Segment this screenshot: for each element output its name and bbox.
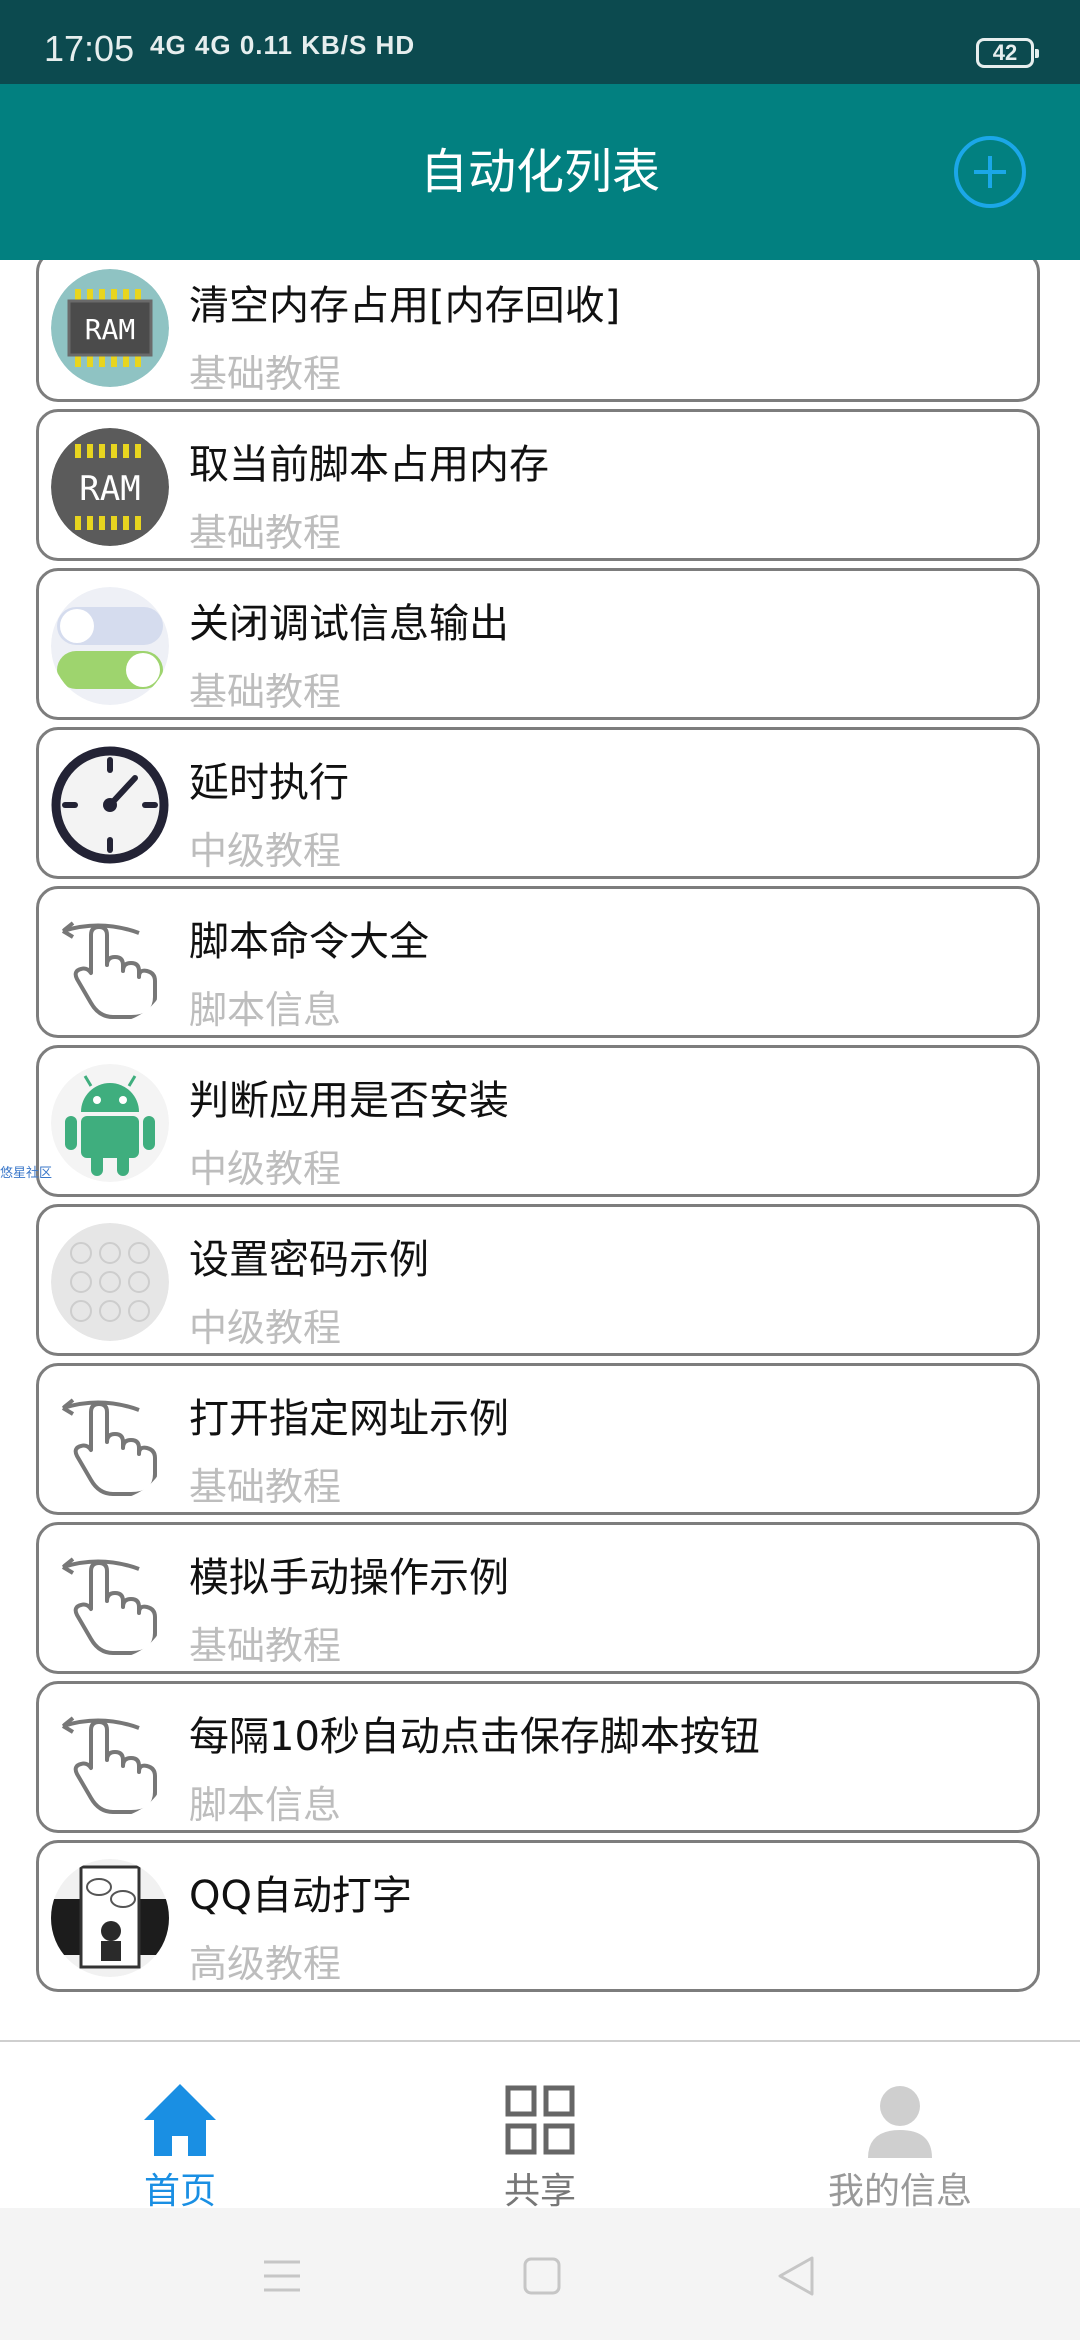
toggle-switch-icon xyxy=(51,587,169,705)
automation-list[interactable]: RAM 清空内存占用[内存回收] 基础教程 RAM 取当前脚本占用内存 基础教程 xyxy=(0,260,1080,2040)
item-title: 模拟手动操作示例 xyxy=(189,1555,509,1601)
android-icon xyxy=(51,1064,169,1182)
tab-home[interactable]: 首页 xyxy=(0,2042,360,2212)
list-item[interactable]: 模拟手动操作示例 基础教程 xyxy=(36,1522,1040,1674)
list-item[interactable]: 延时执行 中级教程 xyxy=(36,727,1040,879)
add-circle-icon[interactable] xyxy=(954,136,1026,208)
svg-text:RAM: RAM xyxy=(79,469,140,509)
swipe-hand-icon xyxy=(51,905,169,1023)
swipe-hand-icon xyxy=(51,1700,169,1818)
item-title: 取当前脚本占用内存 xyxy=(189,442,549,488)
status-bar: 17:05 4G 4G 0.11 KB/S HD 42 xyxy=(0,0,1080,84)
ram-chip-icon: RAM xyxy=(51,269,169,387)
pattern-lock-icon xyxy=(51,1223,169,1341)
user-icon xyxy=(868,2086,932,2158)
tab-label: 首页 xyxy=(143,2171,216,2212)
item-title: QQ自动打字 xyxy=(189,1873,412,1919)
item-title: 设置密码示例 xyxy=(189,1237,429,1283)
tab-label: 我的信息 xyxy=(827,2171,972,2212)
battery-icon: 42 xyxy=(976,38,1039,68)
svg-text:RAM: RAM xyxy=(85,313,136,346)
menu-icon[interactable] xyxy=(262,2258,302,2294)
network-status: 4G 4G 0.11 KB/S HD xyxy=(150,30,416,60)
item-title: 清空内存占用[内存回收] xyxy=(189,283,621,329)
list-item[interactable]: 关闭调试信息输出 基础教程 xyxy=(36,568,1040,720)
item-subtitle: 中级教程 xyxy=(189,1306,342,1350)
item-title: 脚本命令大全 xyxy=(189,919,429,965)
item-subtitle: 中级教程 xyxy=(189,829,342,873)
stopwatch-icon xyxy=(51,746,169,864)
list-item[interactable]: 设置密码示例 中级教程 xyxy=(36,1204,1040,1356)
grid-icon xyxy=(505,2085,575,2155)
tab-my-info[interactable]: 我的信息 xyxy=(720,2042,1080,2212)
system-nav-bar xyxy=(0,2208,1080,2340)
home-square-icon[interactable] xyxy=(522,2256,562,2296)
item-subtitle: 基础教程 xyxy=(189,670,342,714)
list-item[interactable]: 脚本命令大全 脚本信息 xyxy=(36,886,1040,1038)
home-icon xyxy=(144,2084,216,2156)
item-subtitle: 基础教程 xyxy=(189,352,342,396)
list-item[interactable]: QQ自动打字 高级教程 xyxy=(36,1840,1040,1992)
item-title: 判断应用是否安装 xyxy=(189,1078,509,1124)
ram-chip-icon: RAM xyxy=(51,428,169,546)
page-title: 自动化列表 xyxy=(419,144,660,200)
item-title: 打开指定网址示例 xyxy=(189,1396,509,1442)
swipe-hand-icon xyxy=(51,1541,169,1659)
item-subtitle: 脚本信息 xyxy=(189,988,342,1032)
swipe-hand-icon xyxy=(51,1382,169,1500)
bottom-nav: 首页 共享 我的信息 xyxy=(0,2040,1080,2212)
item-subtitle: 脚本信息 xyxy=(189,1783,342,1827)
list-item[interactable]: RAM 取当前脚本占用内存 基础教程 xyxy=(36,409,1040,561)
item-subtitle: 高级教程 xyxy=(189,1942,342,1986)
tab-share[interactable]: 共享 xyxy=(360,2042,720,2212)
item-title: 关闭调试信息输出 xyxy=(189,601,509,647)
item-title: 每隔10秒自动点击保存脚本按钮 xyxy=(189,1714,760,1760)
tab-label: 共享 xyxy=(503,2171,576,2212)
back-triangle-icon[interactable] xyxy=(776,2254,816,2298)
item-title: 延时执行 xyxy=(189,760,349,806)
side-watermark: 悠星社区 xyxy=(0,1166,53,1181)
status-time: 17:05 xyxy=(44,28,135,69)
list-item[interactable]: RAM 清空内存占用[内存回收] 基础教程 xyxy=(36,260,1040,402)
item-subtitle: 中级教程 xyxy=(189,1147,342,1191)
comic-image-icon xyxy=(51,1859,169,1977)
item-subtitle: 基础教程 xyxy=(189,1465,342,1509)
list-item[interactable]: 判断应用是否安装 中级教程 xyxy=(36,1045,1040,1197)
list-item[interactable]: 每隔10秒自动点击保存脚本按钮 脚本信息 xyxy=(36,1681,1040,1833)
item-subtitle: 基础教程 xyxy=(189,511,342,555)
item-subtitle: 基础教程 xyxy=(189,1624,342,1668)
list-item[interactable]: 打开指定网址示例 基础教程 xyxy=(36,1363,1040,1515)
app-bar: 自动化列表 xyxy=(0,84,1080,260)
